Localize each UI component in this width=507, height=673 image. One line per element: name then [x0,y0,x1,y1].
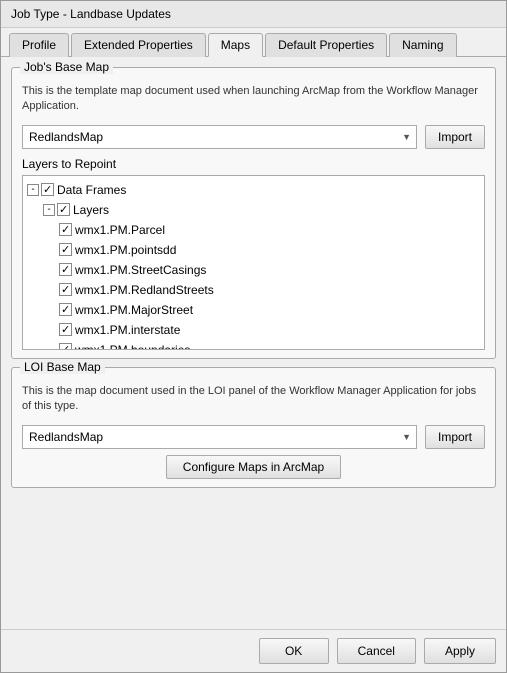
jobs-import-button[interactable]: Import [425,125,485,149]
jobs-map-select-row: RedlandsMap Import [22,125,485,149]
bottom-buttons: OK Cancel Apply [1,629,506,672]
main-content: Job's Base Map This is the template map … [1,57,506,629]
ok-button[interactable]: OK [259,638,329,664]
list-item: wmx1.PM.Parcel [27,220,480,240]
list-item: wmx1.PM.pointsdd [27,240,480,260]
main-window: Job Type - Landbase Updates Profile Exte… [0,0,507,673]
layers-label: Layers to Repoint [22,157,485,171]
loi-base-map-desc: This is the map document used in the LOI… [22,384,485,415]
label-interstate: wmx1.PM.interstate [75,321,180,339]
check-streetcasings[interactable] [59,263,72,276]
check-majorstreet[interactable] [59,303,72,316]
loi-map-select-wrapper: RedlandsMap [22,425,417,449]
expand-layers[interactable]: - [43,204,55,216]
check-pointsdd[interactable] [59,243,72,256]
title-bar: Job Type - Landbase Updates [1,1,506,28]
tab-naming[interactable]: Naming [389,33,456,57]
label-layers: Layers [73,201,109,219]
label-dataframes: Data Frames [57,181,126,199]
label-majorstreet: wmx1.PM.MajorStreet [75,301,193,319]
tab-default-properties[interactable]: Default Properties [265,33,387,57]
label-redlandstreets: wmx1.PM.RedlandStreets [75,281,214,299]
list-item: wmx1.PM.MajorStreet [27,300,480,320]
label-parcel: wmx1.PM.Parcel [75,221,165,239]
jobs-base-map-title: Job's Base Map [20,60,113,74]
tree-item-dataframes: - Data Frames [27,180,480,200]
tab-extended-properties[interactable]: Extended Properties [71,33,206,57]
check-boundaries[interactable] [59,343,72,350]
check-dataframes[interactable] [41,183,54,196]
tab-profile[interactable]: Profile [9,33,69,57]
tabs-bar: Profile Extended Properties Maps Default… [1,28,506,57]
tree-box[interactable]: - Data Frames - Layers [22,175,485,350]
jobs-map-select[interactable]: RedlandsMap [22,125,417,149]
configure-maps-button[interactable]: Configure Maps in ArcMap [166,455,341,479]
list-item: wmx1.PM.interstate [27,320,480,340]
label-boundaries: wmx1.PM.boundaries [75,341,190,350]
label-streetcasings: wmx1.PM.StreetCasings [75,261,206,279]
tab-maps[interactable]: Maps [208,33,263,57]
list-item: wmx1.PM.RedlandStreets [27,280,480,300]
check-parcel[interactable] [59,223,72,236]
check-layers[interactable] [57,203,70,216]
tree-item-layers: - Layers [27,200,480,220]
jobs-base-map-desc: This is the template map document used w… [22,84,485,115]
apply-button[interactable]: Apply [424,638,496,664]
loi-import-button[interactable]: Import [425,425,485,449]
check-redlandstreets[interactable] [59,283,72,296]
loi-map-select-row: RedlandsMap Import [22,425,485,449]
loi-map-select[interactable]: RedlandsMap [22,425,417,449]
layers-section: Layers to Repoint - Data Frames - Layers [22,157,485,350]
cancel-button[interactable]: Cancel [337,638,416,664]
window-title: Job Type - Landbase Updates [11,7,171,21]
check-interstate[interactable] [59,323,72,336]
configure-btn-row: Configure Maps in ArcMap [22,455,485,479]
expand-dataframes[interactable]: - [27,184,39,196]
loi-base-map-title: LOI Base Map [20,360,105,374]
list-item: wmx1.PM.StreetCasings [27,260,480,280]
list-item: wmx1.PM.boundaries [27,340,480,350]
jobs-base-map-group: Job's Base Map This is the template map … [11,67,496,359]
loi-base-map-group: LOI Base Map This is the map document us… [11,367,496,488]
jobs-map-select-wrapper: RedlandsMap [22,125,417,149]
label-pointsdd: wmx1.PM.pointsdd [75,241,176,259]
